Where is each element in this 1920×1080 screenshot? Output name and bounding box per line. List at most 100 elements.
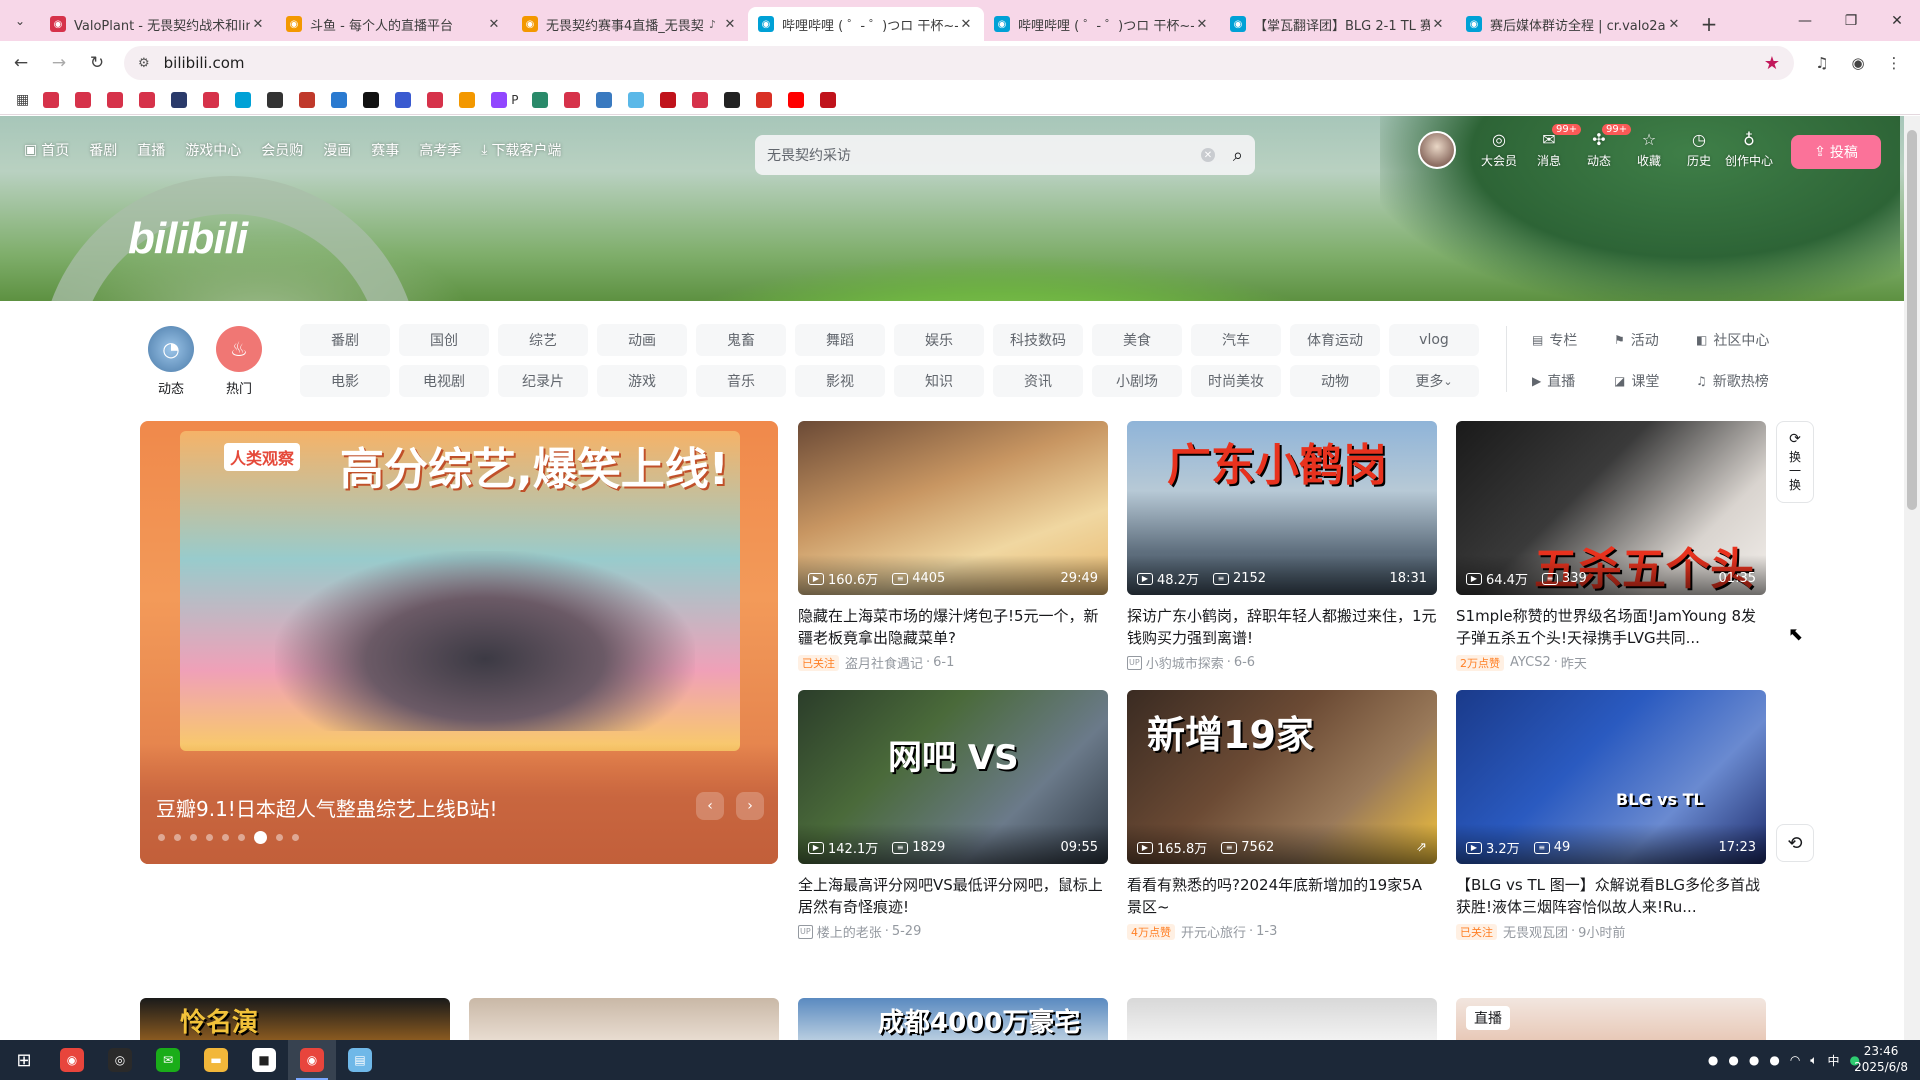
- volume-icon[interactable]: 🔈︎: [1810, 1053, 1817, 1068]
- video-card-partial[interactable]: 直播: [1456, 998, 1766, 1040]
- reload-icon[interactable]: ↻: [80, 46, 114, 80]
- browser-tab[interactable]: ◉ 【掌瓦翻译团】BLG 2-1 TL 赛后 ✕: [1220, 7, 1456, 41]
- bookmark-weibo-icon[interactable]: [427, 91, 444, 108]
- url-text[interactable]: bilibili.com: [164, 54, 1764, 72]
- bookmark-valorant-icon[interactable]: [139, 91, 156, 108]
- channel-pill[interactable]: 舞蹈: [795, 324, 885, 356]
- nav-item[interactable]: ⤓ 下载客户端: [481, 140, 561, 160]
- channel-side-link[interactable]: ▶ 直播: [1532, 365, 1610, 397]
- bookmark-red-icon[interactable]: [820, 91, 837, 108]
- video-title[interactable]: S1mple称赞的世界级名场面!JamYoung 8发子弹五杀五个头!天禄携手L…: [1456, 605, 1766, 649]
- back-icon[interactable]: ←: [4, 46, 38, 80]
- channel-pill[interactable]: 小剧场: [1092, 365, 1182, 397]
- search-input[interactable]: 无畏契约采访: [767, 145, 1201, 165]
- clear-search-icon[interactable]: ✕: [1200, 148, 1215, 162]
- channel-side-link[interactable]: ⚑ 活动: [1614, 324, 1692, 356]
- video-card[interactable]: ▶ 160.6万 ≡ 4405 29:49 隐藏在上海菜市场的爆汁烤包子!5元一个，新疆老…: [798, 421, 1108, 672]
- close-tab-icon[interactable]: ✕: [958, 17, 974, 32]
- video-thumbnail[interactable]: 五杀五个头▶64.4万≡33901:35: [1456, 421, 1766, 595]
- tray-app-icon[interactable]: ●: [1769, 1053, 1779, 1067]
- browser-tab[interactable]: ◉ 哔哩哔哩 ( ゜- ゜)つロ 干杯~-bi ✕: [984, 7, 1220, 41]
- featured-carousel[interactable]: 人类观察 高分综艺,爆笑上线! 豆瓣9.1!日本超人气整蛊综艺上线B站! ‹ ›: [140, 421, 778, 864]
- close-tab-icon[interactable]: ✕: [1194, 17, 1210, 32]
- carousel-dot[interactable]: [222, 834, 229, 841]
- nav-item[interactable]: 直播: [137, 140, 165, 160]
- carousel-dot[interactable]: [238, 834, 245, 841]
- video-card-partial[interactable]: 成都4000万豪宅: [798, 998, 1108, 1040]
- video-thumbnail[interactable]: 网吧 VS ▶ 142.1万 ≡ 1829 09:55: [798, 690, 1108, 864]
- carousel-dot[interactable]: [292, 834, 299, 841]
- rollback-icon[interactable]: ⟲: [1776, 824, 1814, 862]
- video-thumbnail[interactable]: 新增19家 ▶ 165.8万 ≡ 7562 ⇗: [1127, 690, 1437, 864]
- site-info-icon[interactable]: ⚙: [138, 56, 150, 71]
- channel-side-link[interactable]: ◪ 课堂: [1614, 365, 1692, 397]
- bookmark-triangle-icon[interactable]: [299, 91, 316, 108]
- channel-pill[interactable]: 国创: [399, 324, 489, 356]
- scrollbar-thumb[interactable]: [1907, 130, 1917, 510]
- restore-icon[interactable]: ❐: [1828, 0, 1874, 41]
- bookmark-twitch-icon[interactable]: [491, 91, 508, 108]
- channel-pill[interactable]: 鬼畜: [696, 324, 786, 356]
- channel-pill[interactable]: 综艺: [498, 324, 588, 356]
- video-author[interactable]: 盗月社食遇记: [845, 653, 923, 672]
- channel-pill[interactable]: vlog: [1389, 324, 1479, 356]
- bookmark-valorant-icon[interactable]: [107, 91, 124, 108]
- user-menu-item[interactable]: ◷ 历史: [1674, 130, 1724, 169]
- video-author[interactable]: 无畏观瓦团: [1503, 922, 1568, 941]
- channel-pill[interactable]: 动物: [1290, 365, 1380, 397]
- channel-pill[interactable]: 影视: [795, 365, 885, 397]
- video-thumbnail[interactable]: ▶ 160.6万 ≡ 4405 29:49: [798, 421, 1108, 595]
- nav-item[interactable]: 会员购: [261, 140, 303, 160]
- channel-pill[interactable]: 资讯: [993, 365, 1083, 397]
- video-card-partial[interactable]: 怜名演: [140, 998, 450, 1040]
- browser-tab[interactable]: ◉ 赛后媒体群访全程 | cr.valo2as ✕: [1456, 7, 1692, 41]
- video-author[interactable]: 小豹城市探索: [1146, 653, 1224, 672]
- bookmark-gmail-icon[interactable]: [756, 91, 773, 108]
- taskbar-app[interactable]: ▤: [336, 1040, 384, 1080]
- bookmark-jd-icon[interactable]: [660, 91, 677, 108]
- minimize-icon[interactable]: —: [1782, 0, 1828, 41]
- browser-tab[interactable]: ◉ 哔哩哔哩 ( ゜- ゜)つロ 干杯~-bi ✕: [748, 7, 984, 41]
- nav-item[interactable]: 赛事: [371, 140, 399, 160]
- search-box[interactable]: 无畏契约采访 ✕ ⌕: [755, 135, 1255, 175]
- close-tab-icon[interactable]: ✕: [250, 17, 266, 32]
- bookmark-huya-icon[interactable]: [459, 91, 476, 108]
- menu-icon[interactable]: ⋮: [1876, 46, 1912, 80]
- address-bar[interactable]: ⚙ bilibili.com ★: [124, 46, 1794, 80]
- tray-app-icon[interactable]: ●: [1708, 1053, 1718, 1067]
- user-menu-item[interactable]: ♁ 创作中心: [1724, 130, 1774, 169]
- dynamic-channel[interactable]: ◔ 动态: [136, 326, 206, 397]
- bookmark-valorant-icon[interactable]: [75, 91, 92, 108]
- browser-tab[interactable]: ◉ ValoPlant - 无畏契约战术和lin ✕: [40, 7, 276, 41]
- video-author[interactable]: 楼上的老张: [817, 922, 882, 941]
- video-card[interactable]: BLG vs TL ▶ 3.2万 ≡ 49 17:23 【BLG vs TL 图一】众解说看…: [1456, 690, 1766, 941]
- bookmark-globe-icon[interactable]: [724, 91, 741, 108]
- bookmark-vlr-icon[interactable]: [692, 91, 709, 108]
- bookmark-bilibili-icon[interactable]: [235, 91, 252, 108]
- channel-side-link[interactable]: ◧ 社区中心: [1696, 324, 1792, 356]
- tab-audio-icon[interactable]: ♪: [709, 18, 716, 31]
- video-author[interactable]: AYCS2: [1510, 655, 1551, 670]
- channel-pill[interactable]: 美食: [1092, 324, 1182, 356]
- carousel-dot[interactable]: [190, 834, 197, 841]
- carousel-dot[interactable]: [206, 834, 213, 841]
- video-thumbnail[interactable]: 广东小鹤岗 ▶ 48.2万 ≡ 2152 18:31: [1127, 421, 1437, 595]
- carousel-dot[interactable]: [254, 831, 267, 844]
- user-menu-item[interactable]: ✣ 动态 99+: [1574, 124, 1632, 169]
- avatar[interactable]: [1418, 130, 1456, 169]
- bookmark-paw-icon[interactable]: [395, 91, 412, 108]
- nav-item[interactable]: 番剧: [89, 140, 117, 160]
- video-title[interactable]: 看看有熟悉的吗?2024年底新增加的19家5A景区~: [1127, 874, 1437, 918]
- bilibili-logo[interactable]: bilibili: [128, 214, 248, 264]
- close-tab-icon[interactable]: ✕: [722, 17, 738, 32]
- tray-app-icon[interactable]: ●: [1728, 1053, 1738, 1067]
- channel-side-link[interactable]: ▤ 专栏: [1532, 324, 1610, 356]
- channel-pill[interactable]: 动画: [597, 324, 687, 356]
- channel-pill[interactable]: 知识: [894, 365, 984, 397]
- video-author[interactable]: 开元心旅行: [1181, 922, 1246, 941]
- carousel-dot[interactable]: [158, 834, 165, 841]
- channel-pill[interactable]: 科技数码: [993, 324, 1083, 356]
- media-controls-icon[interactable]: ♫: [1804, 46, 1840, 80]
- video-card-partial[interactable]: [469, 998, 779, 1040]
- browser-tab[interactable]: ◉ 斗鱼 - 每个人的直播平台 ✕: [276, 7, 512, 41]
